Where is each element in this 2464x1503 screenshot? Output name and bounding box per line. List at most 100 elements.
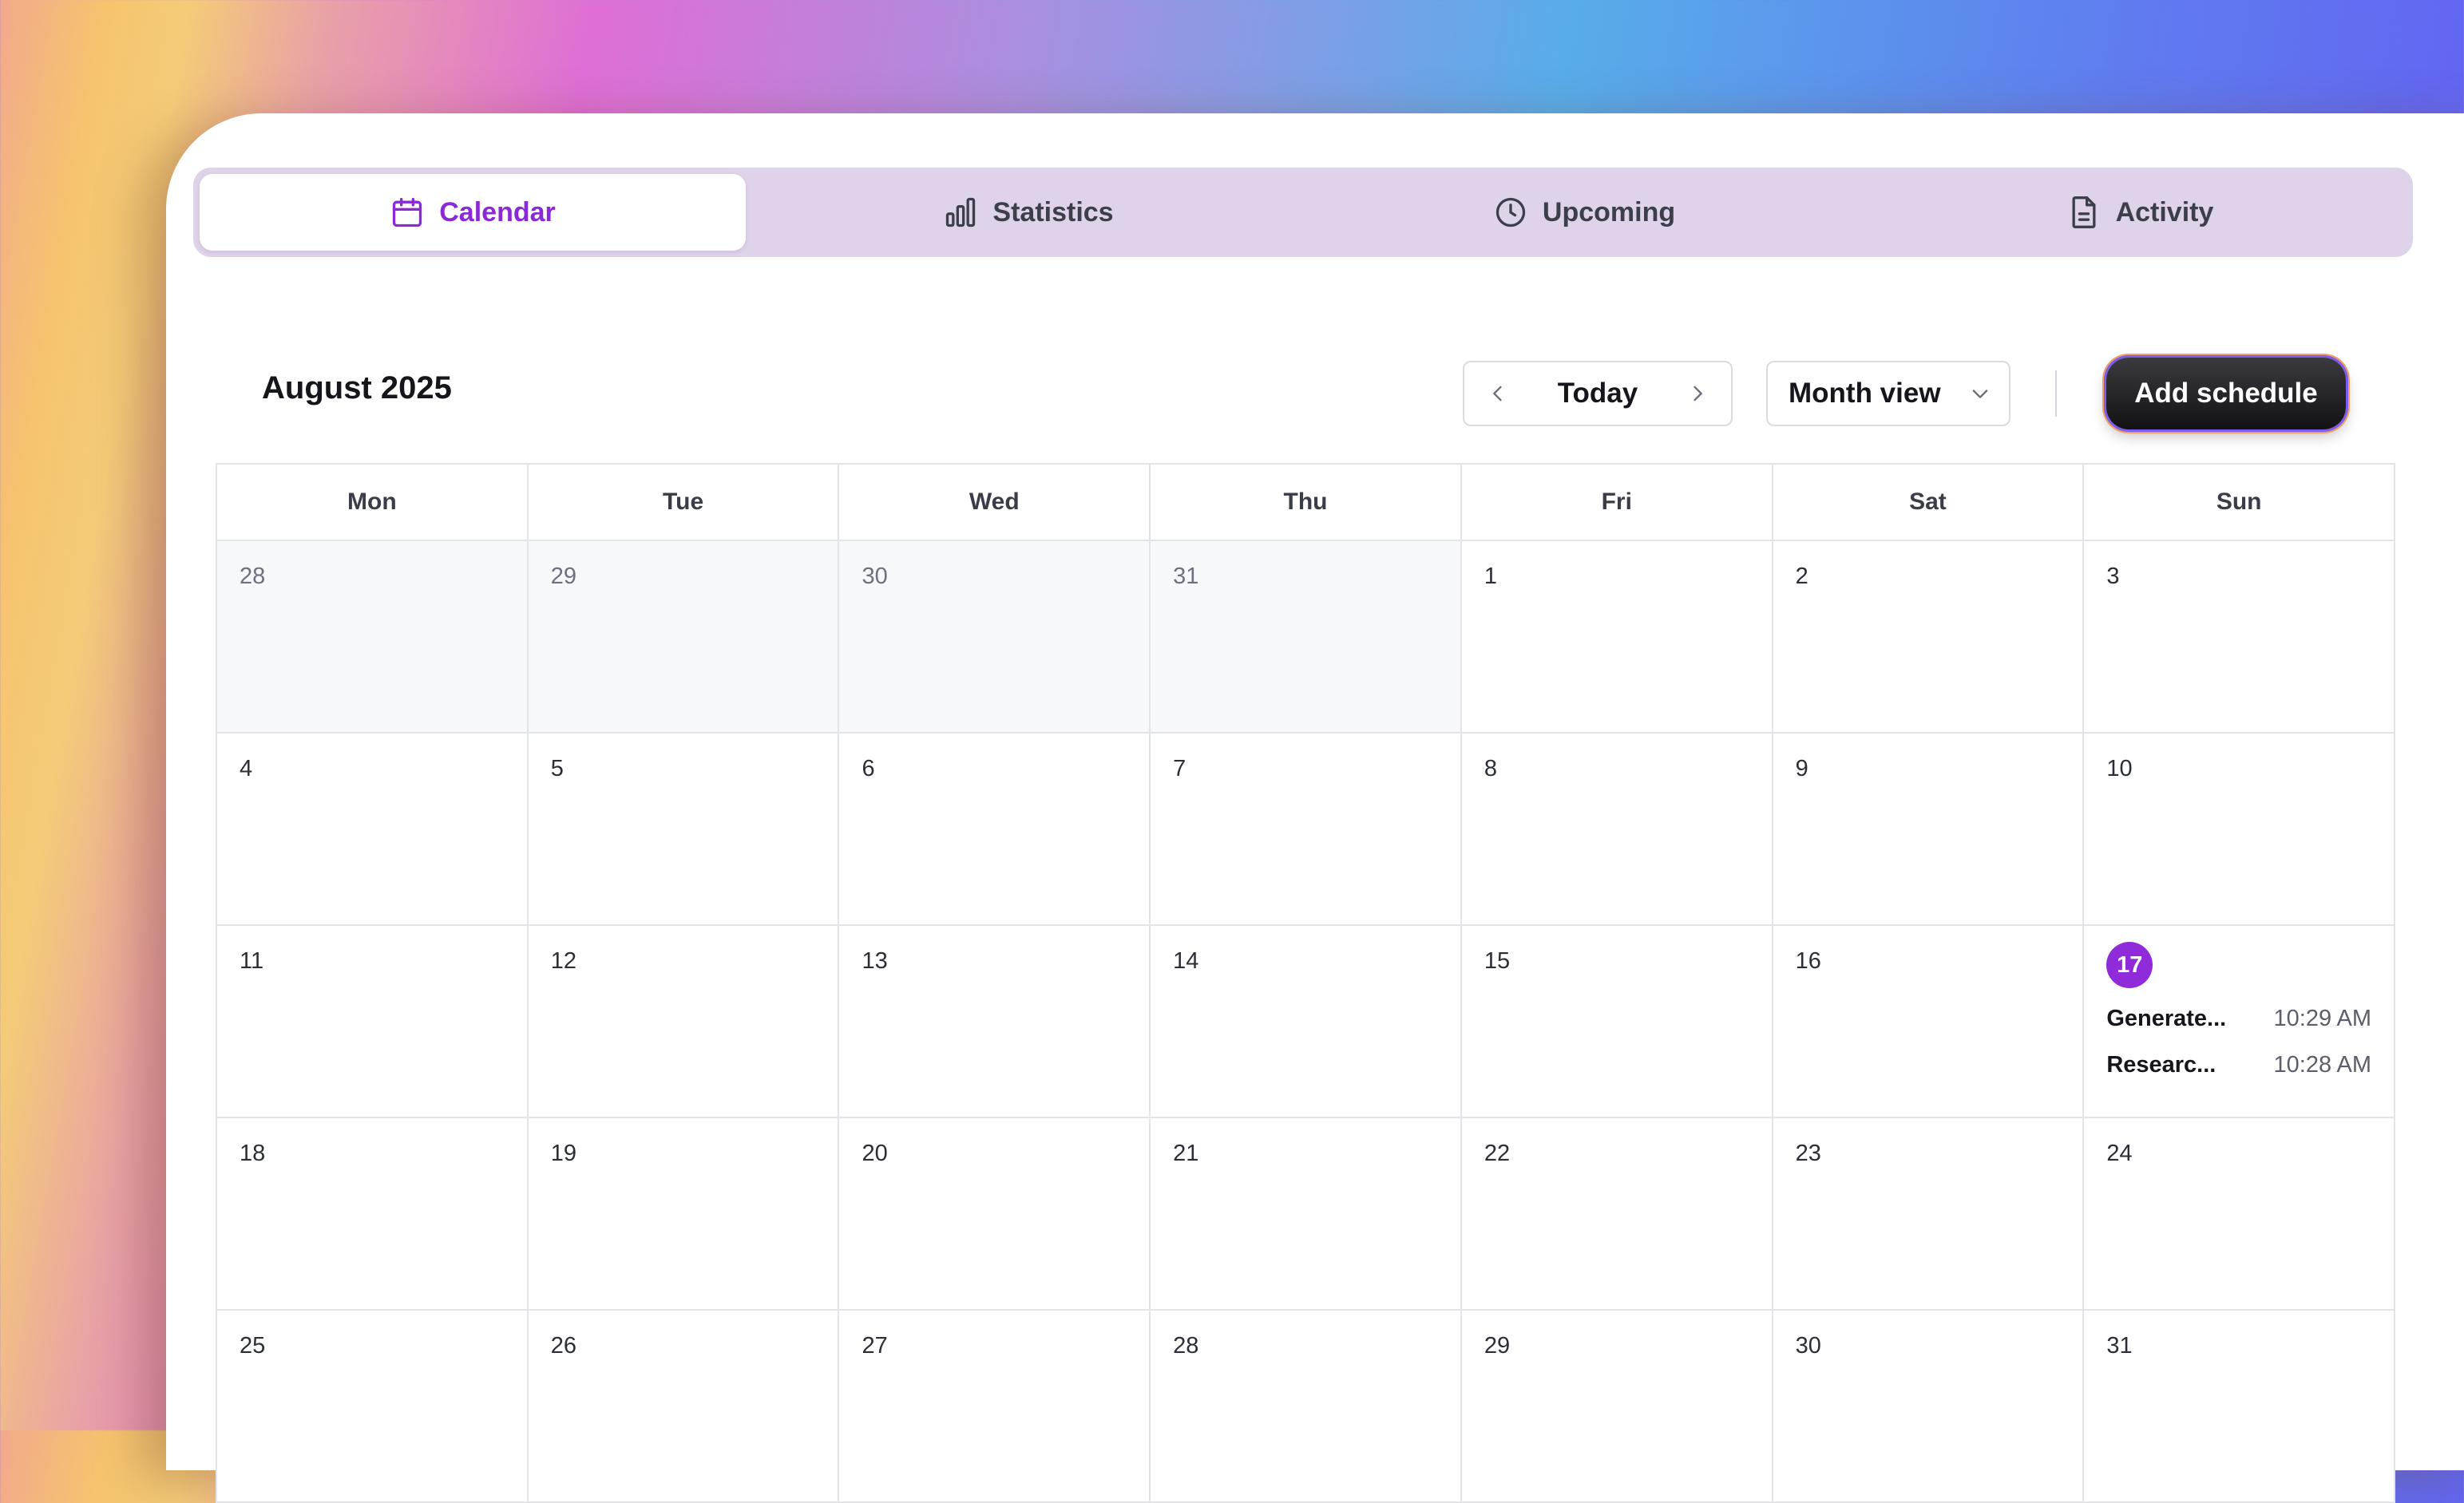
tab-statistics[interactable]: Statistics	[755, 174, 1301, 251]
event-time: 10:28 AM	[2273, 1051, 2372, 1078]
event-title: Generate...	[2106, 1005, 2227, 1031]
day-number: 28	[1173, 1333, 1199, 1359]
day-number: 4	[240, 756, 253, 781]
day-cell[interactable]: 26	[528, 1311, 840, 1503]
day-number: 18	[240, 1141, 266, 1166]
weekday-header: Thu	[1151, 465, 1462, 541]
document-icon	[2072, 196, 2096, 228]
day-number: 25	[240, 1333, 266, 1359]
day-number: 5	[550, 756, 564, 781]
day-cell-today[interactable]: 17 Generate... 10:29 AM Researc... 10:28…	[2084, 926, 2396, 1118]
weekday-header: Mon	[217, 465, 529, 541]
day-number: 2	[1795, 564, 1808, 589]
day-number: 7	[1173, 756, 1186, 781]
weekday-header: Sat	[1773, 465, 2085, 541]
weekday-header-row: Mon Tue Wed Thu Fri Sat Sun	[217, 465, 2396, 541]
day-cell[interactable]: 28	[1151, 1311, 1462, 1503]
day-cell[interactable]: 10	[2084, 734, 2396, 926]
day-cell[interactable]: 1	[1461, 541, 1773, 734]
day-number: 28	[240, 564, 266, 589]
day-cell[interactable]: 2	[1773, 541, 2085, 734]
week-row: 28 29 30 31 1 2 3	[217, 541, 2396, 734]
calendar-card: Calendar Statistics Upcoming Activity Au…	[166, 113, 2464, 1503]
day-cell[interactable]: 30	[839, 541, 1151, 734]
date-navigator: Today	[1463, 361, 1733, 426]
view-select-label: Month view	[1789, 378, 1941, 409]
week-row: 25 26 27 28 29 30 31	[217, 1311, 2396, 1503]
day-cell[interactable]: 18	[217, 1118, 529, 1311]
event-item[interactable]: Generate... 10:29 AM	[2106, 1003, 2371, 1034]
day-number: 31	[2106, 1333, 2133, 1359]
day-cell[interactable]: 23	[1773, 1118, 2085, 1311]
day-cell[interactable]: 27	[839, 1311, 1151, 1503]
day-cell[interactable]: 12	[528, 926, 840, 1118]
day-cell[interactable]: 3	[2084, 541, 2396, 734]
weekday-header: Wed	[839, 465, 1151, 541]
chevron-left-icon	[1493, 386, 1502, 401]
day-cell[interactable]: 24	[2084, 1118, 2396, 1311]
day-cell[interactable]: 19	[528, 1118, 840, 1311]
day-cell[interactable]: 15	[1461, 926, 1773, 1118]
week-row: 11 12 13 14 15 16 17 Generate... 10:29 A…	[217, 926, 2396, 1118]
day-cell[interactable]: 14	[1151, 926, 1462, 1118]
day-cell[interactable]: 20	[839, 1118, 1151, 1311]
previous-month-button[interactable]	[1480, 376, 1515, 411]
day-number: 27	[862, 1333, 888, 1359]
day-number: 30	[1795, 1333, 1821, 1359]
day-cell[interactable]: 4	[217, 734, 529, 926]
tab-label: Upcoming	[1542, 196, 1676, 227]
day-cell[interactable]: 13	[839, 926, 1151, 1118]
day-cell[interactable]: 28	[217, 541, 529, 734]
day-cell[interactable]: 16	[1773, 926, 2085, 1118]
day-cell[interactable]: 31	[2084, 1311, 2396, 1503]
tab-calendar[interactable]: Calendar	[200, 174, 746, 251]
clock-icon	[1495, 197, 1526, 227]
day-cell[interactable]: 29	[528, 541, 840, 734]
day-number: 21	[1173, 1141, 1199, 1166]
event-time: 10:29 AM	[2273, 1005, 2372, 1031]
day-number: 16	[1795, 948, 1821, 974]
next-month-button[interactable]	[1680, 376, 1715, 411]
day-cell[interactable]: 31	[1151, 541, 1462, 734]
day-cell[interactable]: 29	[1461, 1311, 1773, 1503]
day-number: 9	[1795, 756, 1808, 781]
day-number: 29	[550, 564, 576, 589]
calendar-icon	[393, 197, 422, 227]
day-number: 1	[1484, 564, 1498, 589]
day-number: 24	[2106, 1141, 2133, 1166]
today-button[interactable]: Today	[1558, 378, 1638, 409]
day-number: 26	[550, 1333, 576, 1359]
day-number: 11	[240, 948, 264, 974]
chevron-down-icon	[1972, 390, 1988, 398]
day-number: 31	[1173, 564, 1199, 589]
month-title: August 2025	[262, 370, 452, 405]
tab-upcoming[interactable]: Upcoming	[1311, 174, 1857, 251]
day-cell[interactable]: 25	[217, 1311, 529, 1503]
day-number: 13	[862, 948, 888, 974]
view-select[interactable]: Month view	[1766, 361, 2010, 426]
today-badge: 17	[2106, 942, 2153, 988]
day-number: 8	[1484, 756, 1498, 781]
event-item[interactable]: Researc... 10:28 AM	[2106, 1049, 2371, 1081]
header-divider	[2055, 370, 2057, 417]
tab-label: Calendar	[439, 196, 556, 227]
day-cell[interactable]: 7	[1151, 734, 1462, 926]
day-cell[interactable]: 30	[1773, 1311, 2085, 1503]
day-number: 22	[1484, 1141, 1511, 1166]
day-number: 20	[862, 1141, 888, 1166]
add-schedule-button[interactable]: Add schedule	[2106, 358, 2346, 429]
day-number: 15	[1484, 948, 1511, 974]
week-row: 18 19 20 21 22 23 24	[217, 1118, 2396, 1311]
day-cell[interactable]: 8	[1461, 734, 1773, 926]
chevron-right-icon	[1694, 386, 1702, 401]
day-cell[interactable]: 5	[528, 734, 840, 926]
weekday-header: Tue	[528, 465, 840, 541]
tab-label: Statistics	[992, 196, 1114, 227]
day-cell[interactable]: 6	[839, 734, 1151, 926]
day-cell[interactable]: 9	[1773, 734, 2085, 926]
day-cell[interactable]: 22	[1461, 1118, 1773, 1311]
day-number: 3	[2106, 564, 2120, 589]
day-cell[interactable]: 11	[217, 926, 529, 1118]
day-cell[interactable]: 21	[1151, 1118, 1462, 1311]
tab-activity[interactable]: Activity	[1867, 174, 2413, 251]
